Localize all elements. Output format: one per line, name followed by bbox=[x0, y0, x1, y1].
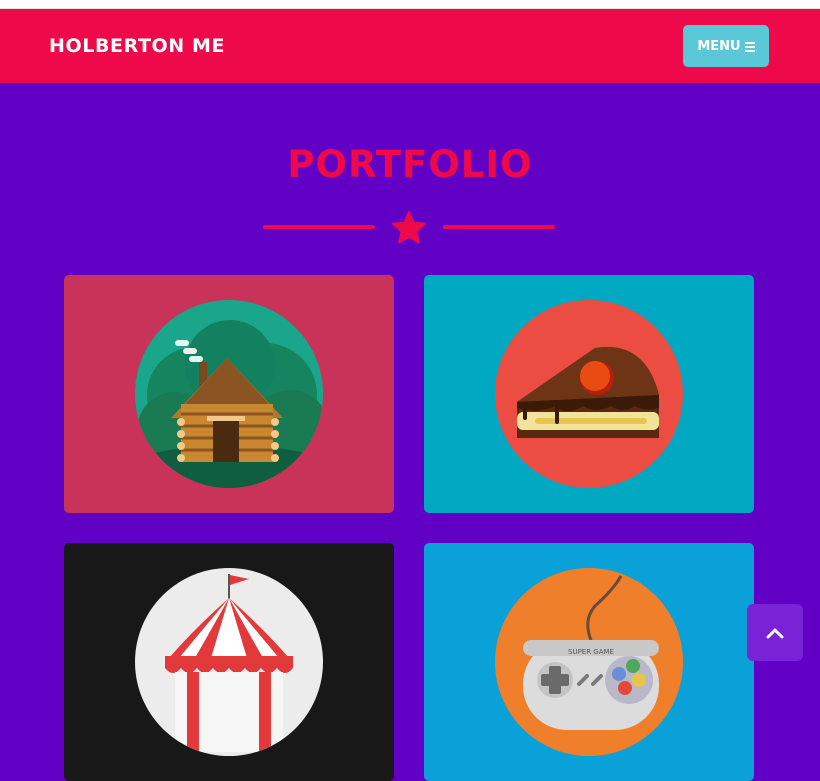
bars-icon bbox=[744, 41, 755, 52]
back-to-top-button[interactable] bbox=[747, 604, 803, 661]
chevron-up-icon bbox=[766, 628, 784, 638]
navbar: HOLBERTON ME MENU bbox=[0, 9, 820, 83]
divider-line-left bbox=[263, 225, 375, 229]
portfolio-item-cabin[interactable] bbox=[64, 275, 394, 513]
title-divider bbox=[263, 208, 555, 248]
portfolio-title: PORTFOLIO bbox=[287, 143, 533, 186]
portfolio-item-circus[interactable] bbox=[64, 543, 394, 781]
brand-logo[interactable]: HOLBERTON ME bbox=[49, 35, 225, 57]
cake-slice-icon bbox=[495, 300, 683, 488]
circus-tent-icon bbox=[135, 568, 323, 756]
menu-button[interactable]: MENU bbox=[683, 25, 769, 67]
portfolio-item-game[interactable]: SUPER GAME bbox=[424, 543, 754, 781]
log-cabin-icon bbox=[135, 300, 323, 488]
menu-label: MENU bbox=[697, 38, 741, 54]
star-icon bbox=[392, 211, 426, 244]
portfolio-item-cake[interactable] bbox=[424, 275, 754, 513]
divider-line-right bbox=[443, 225, 555, 229]
svg-text:SUPER GAME: SUPER GAME bbox=[568, 648, 614, 656]
game-controller-icon: SUPER GAME bbox=[495, 568, 683, 756]
browser-top-strip bbox=[0, 0, 820, 9]
